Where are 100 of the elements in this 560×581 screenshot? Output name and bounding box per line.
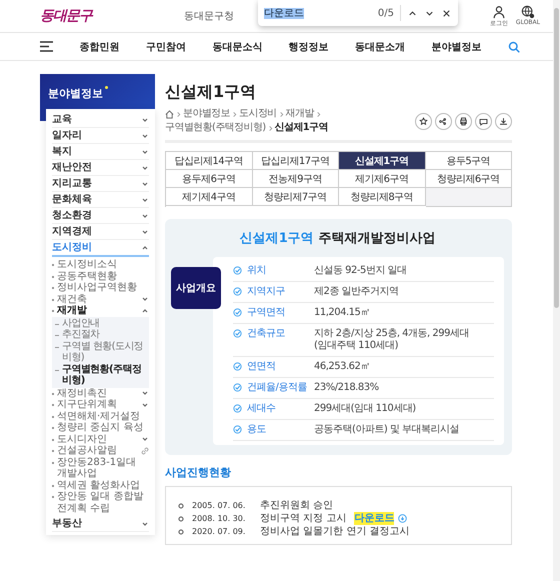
- find-field[interactable]: 다운로드: [264, 6, 372, 20]
- nav-item[interactable]: 동대문소식: [212, 40, 262, 54]
- field-value: (임대주택 110세대): [314, 340, 400, 352]
- sidebar-item[interactable]: 부동산: [52, 516, 149, 532]
- check-icon: [233, 266, 242, 275]
- nav-item[interactable]: 행정정보: [288, 40, 329, 54]
- star-button[interactable]: [415, 112, 432, 130]
- office-link[interactable]: 동대문구청: [184, 9, 234, 23]
- print-icon: [458, 116, 469, 126]
- sidebar-subitem[interactable]: 석면해체·제거설정: [52, 410, 149, 422]
- nav-item[interactable]: 동대문소개: [355, 40, 406, 54]
- overview-badge: 사업개요: [171, 267, 221, 309]
- sidebar-subitem[interactable]: 재건축: [52, 294, 149, 305]
- sidebar-item[interactable]: 도시정비: [52, 240, 149, 257]
- area-tab[interactable]: 용두제6구역: [166, 170, 252, 188]
- sidebar-item[interactable]: 청소환경: [52, 208, 149, 224]
- sidebar-subitem[interactable]: 도시디자인: [52, 434, 149, 445]
- breadcrumb-link[interactable]: 신설제1구역: [274, 122, 328, 134]
- sidebar-subitem[interactable]: 정비사업구역현황: [52, 282, 149, 294]
- area-tab[interactable]: 제기제6구역: [339, 170, 426, 188]
- bullet-icon: [178, 502, 184, 508]
- sidebar-subitem[interactable]: 건설공사알림: [52, 445, 149, 456]
- field-value: 11,204.15㎡: [314, 307, 370, 319]
- field-value: 46,253.62㎡: [314, 361, 370, 373]
- area-tab[interactable]: 용두5구역: [426, 152, 512, 170]
- field-label: 구역면적: [247, 307, 286, 319]
- area-tab[interactable]: 신설제1구역: [339, 152, 426, 170]
- breadcrumb-link[interactable]: 구역별현황(주택정비형): [165, 122, 266, 134]
- sidebar-subitem[interactable]: 역세권 활성화사업: [52, 480, 149, 491]
- entry-text: 정비구역 지정 고시: [260, 512, 346, 525]
- sidebar-subitem[interactable]: 구역별 현황(도시정비형): [55, 340, 146, 364]
- sidebar-item[interactable]: 지리교통: [52, 176, 149, 192]
- field-value: 299세대(임대 110세대): [314, 403, 416, 415]
- entry-date: 2008. 10. 30.: [192, 513, 246, 525]
- menu-icon[interactable]: [40, 41, 53, 52]
- entry-date: 2020. 07. 09.: [192, 526, 246, 538]
- chevron-icon: [176, 110, 181, 118]
- nav-item[interactable]: 종합민원: [79, 40, 120, 54]
- sidebar-subitem[interactable]: 사업안내: [55, 318, 146, 329]
- sidebar-item[interactable]: 문화체육: [52, 192, 149, 208]
- share-icon: [438, 116, 449, 126]
- field-label: 연면적: [247, 361, 276, 373]
- entry-date: 2005. 07. 06.: [192, 500, 246, 512]
- sidebar-subitem[interactable]: 재정비촉진: [52, 388, 149, 399]
- area-tab[interactable]: 답십리제14구역: [166, 152, 252, 170]
- check-icon: [233, 404, 242, 413]
- sidebar-item[interactable]: 복지: [52, 144, 149, 160]
- area-tab[interactable]: 제기제4구역: [166, 188, 252, 206]
- share-button[interactable]: [435, 112, 452, 130]
- sidebar-subitem[interactable]: 지구단위계획: [52, 399, 149, 410]
- sidebar-item[interactable]: 지역경제: [52, 224, 149, 240]
- logo[interactable]: 동대문구: [40, 7, 92, 25]
- field-label: 건폐율/용적률: [247, 382, 308, 394]
- download-button[interactable]: [495, 112, 512, 130]
- scrollbar-thumb[interactable]: [554, 8, 559, 308]
- area-tab[interactable]: 청량리제7구역: [252, 188, 339, 206]
- field-value: 공동주택(아파트) 및 부대복리시설: [314, 424, 460, 436]
- search-icon[interactable]: [508, 40, 520, 52]
- nav-item[interactable]: 구민참여: [146, 40, 186, 54]
- caret-icon: [141, 520, 149, 528]
- chat-button[interactable]: [475, 112, 492, 130]
- bullet-icon: [178, 516, 184, 522]
- print-button[interactable]: [455, 112, 472, 130]
- sidebar-subitem[interactable]: 도시정비소식: [52, 259, 149, 270]
- nav-item[interactable]: 분야별정보: [432, 40, 482, 54]
- entry-text: 정비사업 일몰기한 연기 결정고시: [260, 525, 410, 538]
- field-label: 용도: [247, 424, 267, 436]
- area-tab[interactable]: 전농제9구역: [252, 170, 339, 188]
- check-icon: [233, 287, 242, 296]
- sidebar-subitem[interactable]: 구역별현황(주택정비형): [55, 364, 146, 386]
- sidebar-subitem[interactable]: 장안동 일대 종합발전계획 수립: [52, 491, 149, 514]
- sidebar-subitem[interactable]: 청량리 중심지 육성: [52, 422, 149, 434]
- scrollbar[interactable]: [553, 0, 560, 581]
- entry-text: 추진위원회 승인: [260, 499, 334, 512]
- field-value: 제2종 일반주거지역: [314, 286, 399, 298]
- breadcrumb-link[interactable]: 분야별정보: [183, 108, 230, 120]
- area-tab[interactable]: 청량리제6구역: [426, 170, 512, 188]
- home-icon[interactable]: [165, 110, 174, 118]
- overview-heading: 신설제1구역 주택재개발정비사업: [238, 230, 436, 247]
- sidebar-subitem[interactable]: 추진절차: [55, 329, 146, 340]
- download-icon[interactable]: [398, 514, 408, 523]
- field-label: 건축규모: [247, 328, 286, 340]
- area-tab[interactable]: 답십리제17구역: [252, 152, 339, 170]
- sidebar-item[interactable]: 교육: [52, 112, 149, 128]
- sidebar-subitem[interactable]: 공동주택현황: [52, 270, 149, 282]
- area-tab[interactable]: 청량리제8구역: [339, 188, 426, 206]
- check-icon: [233, 425, 242, 434]
- check-icon: [233, 308, 242, 317]
- breadcrumb-link[interactable]: 도시정비: [239, 108, 277, 120]
- sidebar-subitem[interactable]: 장안동283-1일대 개발사업: [52, 456, 149, 480]
- check-icon: [233, 383, 242, 392]
- sidebar-subitem[interactable]: 재개발: [52, 305, 149, 316]
- person-icon: [492, 4, 506, 18]
- section-title: 사업진행현황: [165, 465, 232, 480]
- sidebar-item[interactable]: 일자리: [52, 128, 149, 144]
- check-icon: [233, 362, 242, 371]
- globe-icon: [520, 4, 535, 18]
- breadcrumb-link[interactable]: 재개발: [286, 108, 314, 120]
- close-icon[interactable]: [441, 8, 452, 18]
- sidebar-item[interactable]: 재난안전: [52, 160, 149, 176]
